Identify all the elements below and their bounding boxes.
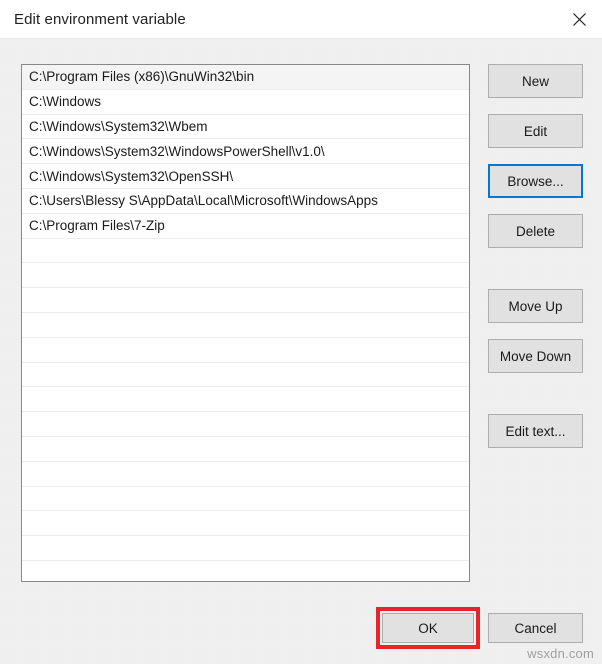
new-button[interactable]: New	[488, 64, 583, 98]
path-list-row[interactable]: C:\Program Files\7-Zip	[22, 214, 469, 239]
path-list-empty-row[interactable]	[22, 511, 469, 537]
path-list-empty-row[interactable]	[22, 561, 469, 581]
path-list-row[interactable]: C:\Program Files (x86)\GnuWin32\bin	[22, 65, 469, 90]
path-list-empty-row[interactable]	[22, 263, 469, 289]
path-list-row[interactable]: C:\Windows\System32\WindowsPowerShell\v1…	[22, 139, 469, 165]
path-list-empty-row[interactable]	[22, 363, 469, 388]
path-list-empty-row[interactable]	[22, 313, 469, 338]
path-list-empty-row[interactable]	[22, 387, 469, 413]
path-list-empty-row[interactable]	[22, 536, 469, 561]
move-down-button[interactable]: Move Down	[488, 339, 583, 373]
path-list-empty-row[interactable]	[22, 462, 469, 487]
path-list[interactable]: C:\Program Files (x86)\GnuWin32\bin C:\Wi…	[21, 64, 470, 582]
path-list-row[interactable]: C:\Windows\System32\OpenSSH\	[22, 164, 469, 189]
dialog-title: Edit environment variable	[14, 11, 186, 28]
path-list-empty-row[interactable]	[22, 487, 469, 512]
browse-button[interactable]: Browse...	[488, 164, 583, 198]
path-list-empty-row[interactable]	[22, 412, 469, 437]
path-list-empty-row[interactable]	[22, 437, 469, 462]
path-list-empty-row[interactable]	[22, 338, 469, 363]
path-list-empty-row[interactable]	[22, 239, 469, 264]
delete-button[interactable]: Delete	[488, 214, 583, 248]
edit-text-button[interactable]: Edit text...	[488, 414, 583, 448]
path-list-row[interactable]: C:\Windows	[22, 90, 469, 115]
path-list-row[interactable]: C:\Windows\System32\Wbem	[22, 115, 469, 140]
title-bar: Edit environment variable	[0, 0, 602, 39]
edit-environment-variable-dialog: Edit environment variable C:\Program Fil…	[0, 0, 602, 664]
cancel-button[interactable]: Cancel	[488, 613, 583, 643]
close-icon[interactable]	[556, 0, 602, 38]
watermark: wsxdn.com	[527, 646, 594, 661]
path-list-row[interactable]: C:\Users\Blessy S\AppData\Local\Microsof…	[22, 189, 469, 214]
ok-button[interactable]: OK	[382, 613, 474, 643]
move-up-button[interactable]: Move Up	[488, 289, 583, 323]
edit-button[interactable]: Edit	[488, 114, 583, 148]
path-list-empty-row[interactable]	[22, 288, 469, 313]
